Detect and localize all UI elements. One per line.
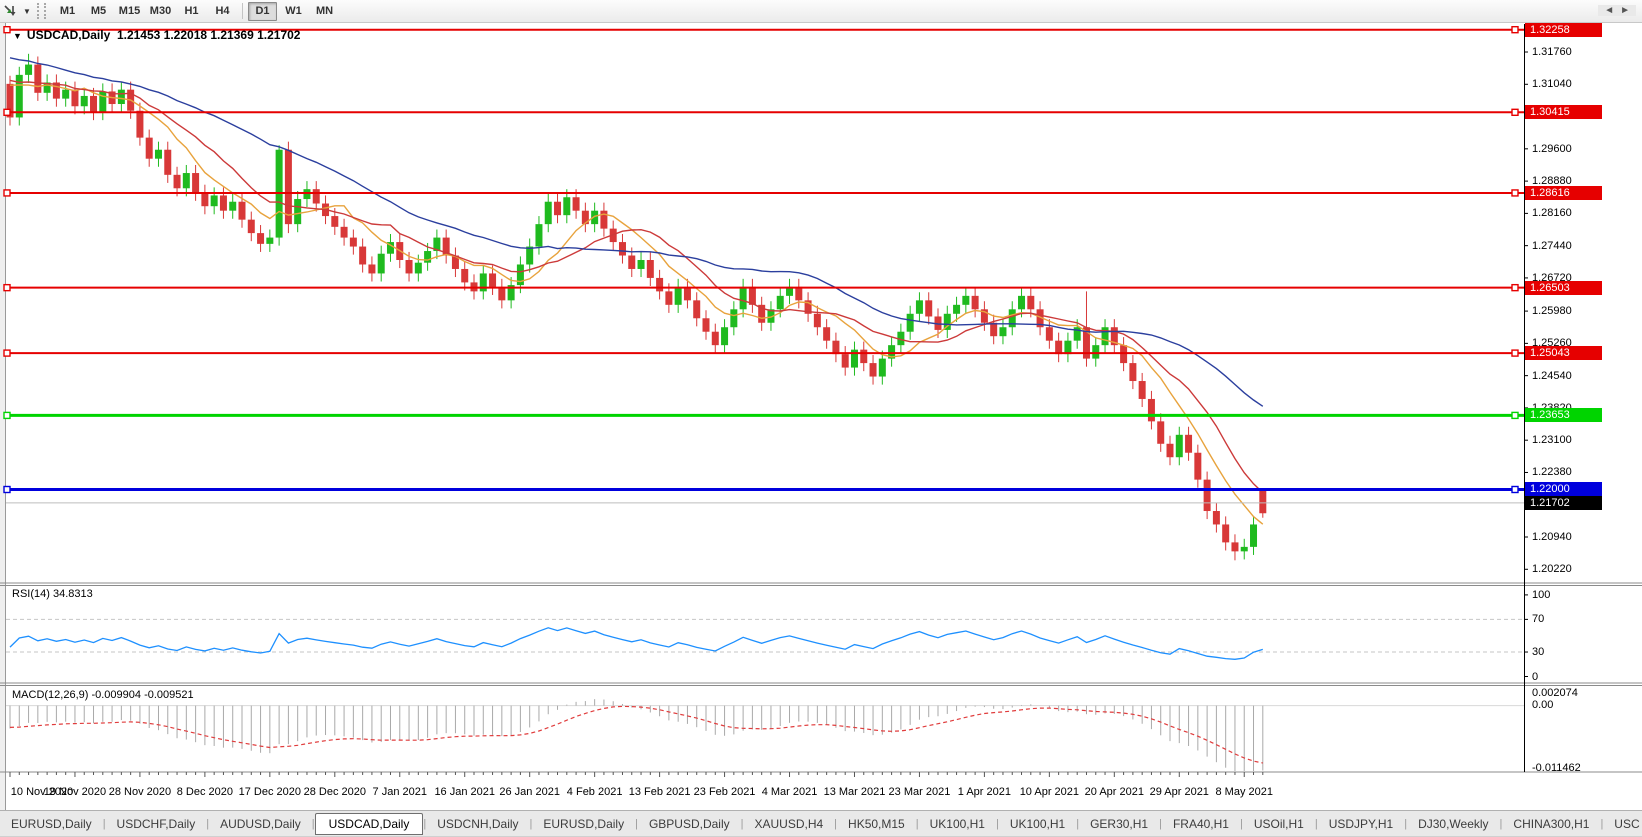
timeframe-h1-button[interactable]: H1: [177, 2, 206, 21]
chart-symbol-title: USDCAD,Daily: [26, 28, 111, 42]
price-tick-label: 1.31040: [1532, 78, 1572, 91]
tab-audusd-daily[interactable]: AUDUSD,Daily: [209, 814, 312, 834]
tab-ger30-h1[interactable]: GER30,H1: [1079, 814, 1159, 834]
toolbar-grip[interactable]: [37, 3, 46, 19]
price-tick-label: 1.31760: [1532, 46, 1572, 58]
tab-eurusd-daily[interactable]: EURUSD,Daily: [0, 814, 103, 834]
date-label: 8 May 2021: [1215, 786, 1273, 798]
chart-ohlc-values: 1.21453 1.22018 1.21369 1.21702: [116, 28, 301, 42]
price-tick-label: 1.24540: [1532, 369, 1572, 382]
price-level-badge: 1.25043: [1525, 346, 1602, 361]
price-level-badge: 1.22000: [1525, 482, 1602, 497]
chart-tab-bar: EURUSD,Daily | USDCHF,Daily | AUDUSD,Daily | U…: [0, 810, 1642, 836]
timeframe-m5-button[interactable]: M5: [84, 2, 113, 21]
rsi-tick-label: 0: [1532, 670, 1539, 683]
tab-usdcnh-daily[interactable]: USDCNH,Daily: [426, 814, 529, 834]
chart-type-dropdown-icon[interactable]: ▼: [21, 7, 33, 16]
timeframe-mn-button[interactable]: MN: [310, 2, 339, 21]
tab-uk100-h1[interactable]: UK100,H1: [919, 814, 996, 834]
rsi-tick-label: 70: [1532, 613, 1545, 626]
tabs-scroll-left-icon[interactable]: ◄: [1604, 5, 1620, 16]
price-level-badge: 1.23653: [1525, 408, 1602, 423]
timeframe-h4-button[interactable]: H4: [208, 2, 237, 21]
tabs-scroll-right-icon[interactable]: ►: [1620, 5, 1636, 16]
chart-title-caret-icon: ▼: [13, 31, 22, 41]
tab-usdcad-daily[interactable]: USDCAD,Daily: [314, 812, 424, 835]
date-label: 10 Apr 2021: [1019, 786, 1080, 798]
date-label: 28 Nov 2020: [108, 786, 172, 798]
macd-indicator-label: MACD(12,26,9) -0.009904 -0.009521: [12, 689, 194, 701]
tab-xauusd-h4[interactable]: XAUUSD,H4: [743, 814, 834, 834]
date-label: 28 Dec 2020: [303, 786, 366, 798]
date-label: 19 Nov 2020: [43, 786, 107, 798]
timeframe-m30-button[interactable]: M30: [146, 2, 175, 21]
date-label: 16 Jan 2021: [434, 786, 495, 798]
current-price-badge: 1.21702: [1525, 495, 1602, 510]
price-tick-label: 1.28160: [1532, 207, 1572, 220]
timeframe-m1-button[interactable]: M1: [53, 2, 82, 21]
price-tick-label: 1.22380: [1532, 466, 1572, 479]
rsi-indicator-label: RSI(14) 34.8313: [12, 588, 93, 600]
date-label: 13 Mar 2021: [823, 786, 886, 798]
macd-panel: [6, 699, 1524, 771]
price-level-badge: 1.26503: [1525, 280, 1602, 295]
price-tick-label: 1.20940: [1532, 531, 1572, 543]
price-level-badge: 1.32258: [1525, 22, 1602, 37]
price-chart-canvas[interactable]: [0, 0, 1642, 837]
tab-eurusd-daily[interactable]: EURUSD,Daily: [532, 814, 635, 834]
date-label: 4 Mar 2021: [761, 786, 818, 798]
price-level-badge: 1.28616: [1525, 185, 1602, 200]
date-label: 8 Dec 2020: [176, 786, 234, 798]
rsi-tick-label: 30: [1532, 646, 1545, 659]
price-tick-label: 1.29600: [1532, 142, 1572, 155]
price-tick-label: 1.27440: [1532, 239, 1572, 252]
toolbar-separator: [242, 3, 243, 19]
tab-fra40-h1[interactable]: FRA40,H1: [1162, 814, 1240, 834]
macd-axis-top-label: 0.002074: [1532, 687, 1578, 699]
date-label: 29 Apr 2021: [1149, 786, 1209, 798]
macd-axis-zero-label: 0.00: [1532, 699, 1554, 711]
timeframe-m15-button[interactable]: M15: [115, 2, 144, 21]
date-label: 23 Mar 2021: [888, 786, 951, 798]
timeframe-button-group: M1 M5 M15 M30 H1 H4 D1 W1 MN: [52, 1, 340, 21]
tab-dj30-weekly[interactable]: DJ30,Weekly: [1407, 814, 1499, 834]
date-label: 7 Jan 2021: [372, 786, 427, 798]
date-label: 4 Feb 2021: [566, 786, 623, 798]
tab-usc[interactable]: USC: [1603, 814, 1642, 834]
date-label: 17 Dec 2020: [238, 786, 302, 798]
date-ticks: [9, 772, 1264, 777]
price-tick-label: 1.20220: [1532, 563, 1572, 576]
tick-chart-icon[interactable]: [3, 3, 21, 19]
date-label: 20 Apr 2021: [1084, 786, 1144, 798]
rsi-panel: [6, 618, 1524, 660]
tab-uk100-h1[interactable]: UK100,H1: [999, 814, 1076, 834]
horizontal-levels: [3, 25, 1524, 494]
tab-gbpusd-daily[interactable]: GBPUSD,Daily: [638, 814, 741, 834]
tab-hk50-m15[interactable]: HK50,M15: [837, 814, 916, 834]
tab-usdjpy-h1[interactable]: USDJPY,H1: [1318, 814, 1404, 834]
chart-window-title: ▼ USDCAD,Daily 1.21453 1.22018 1.21369 1.…: [13, 28, 300, 42]
toolbar: ▼ M1 M5 M15 M30 H1 H4 D1 W1 MN: [0, 0, 1642, 23]
tab-china300-h1[interactable]: CHINA300,H1: [1502, 814, 1600, 834]
date-label: 23 Feb 2021: [693, 786, 756, 798]
tab-usoil-h1[interactable]: USOil,H1: [1243, 814, 1315, 834]
rsi-tick-label: 100: [1532, 588, 1551, 601]
price-level-badge: 1.30415: [1525, 105, 1602, 120]
tab-scroll-arrows: ◄►: [1598, 5, 1636, 16]
date-label: 1 Apr 2021: [957, 786, 1011, 798]
timeframe-w1-button[interactable]: W1: [279, 2, 308, 21]
date-label: 13 Feb 2021: [628, 786, 691, 798]
tab-usdchf-daily[interactable]: USDCHF,Daily: [106, 814, 207, 834]
timeframe-d1-button[interactable]: D1: [248, 1, 277, 21]
moving-average-lines: [9, 57, 1264, 525]
date-label: 26 Jan 2021: [499, 786, 560, 798]
candlesticks: [6, 53, 1267, 561]
macd-axis-bottom-label: -0.011462: [1532, 762, 1581, 774]
price-tick-label: 1.25980: [1532, 305, 1572, 318]
price-tick-label: 1.23100: [1532, 434, 1572, 447]
